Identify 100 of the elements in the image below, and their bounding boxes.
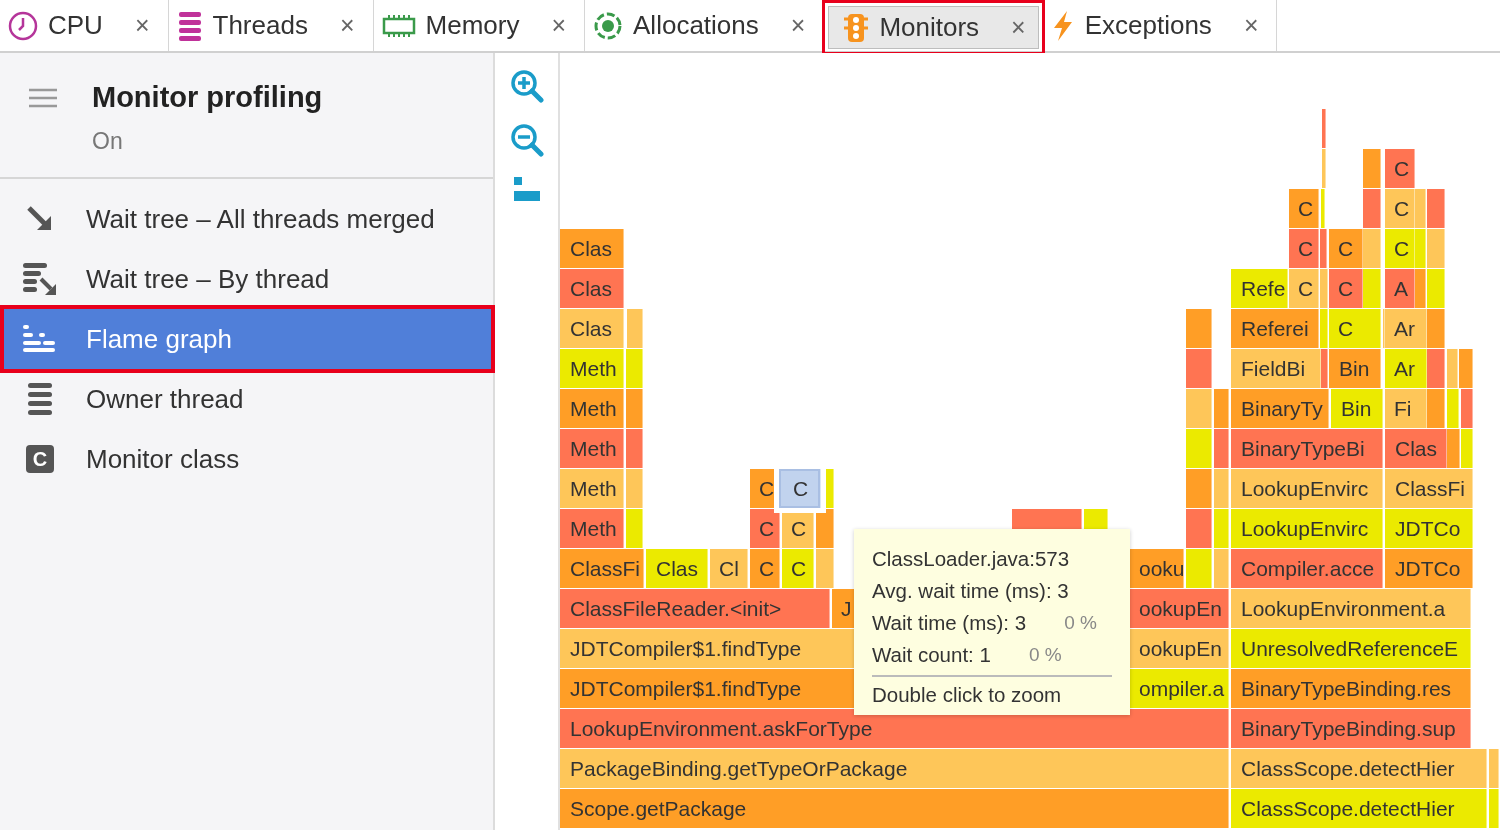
flame-frame[interactable]: BinaryTypeBi	[1231, 429, 1383, 468]
zoom-out-icon[interactable]	[509, 123, 544, 157]
flame-frame[interactable]	[626, 509, 643, 548]
flame-frame[interactable]	[825, 469, 834, 508]
flame-frame[interactable]: C	[1385, 149, 1415, 188]
flame-frame[interactable]	[1447, 429, 1460, 468]
flame-frame[interactable]	[1320, 309, 1328, 348]
tab[interactable]: Memory ×	[373, 0, 586, 51]
flame-frame[interactable]: Meth	[560, 509, 624, 548]
flame-frame[interactable]: Bin	[1329, 349, 1381, 388]
flame-frame[interactable]	[1415, 189, 1426, 228]
flame-frame[interactable]: C	[750, 509, 780, 548]
flame-frame[interactable]: C	[1329, 229, 1363, 268]
flame-frame[interactable]	[1363, 149, 1381, 188]
flame-frame[interactable]	[626, 349, 643, 388]
flame-frame[interactable]: JDTCo	[1385, 549, 1473, 588]
flame-frame[interactable]	[1459, 349, 1473, 388]
flame-frame[interactable]	[1415, 269, 1426, 308]
flame-frame[interactable]	[1415, 229, 1426, 268]
flame-frame[interactable]: C	[1289, 269, 1319, 308]
flame-frame[interactable]	[626, 429, 643, 468]
close-icon[interactable]: ×	[134, 11, 150, 40]
sidebar-item[interactable]: C Monitor class	[0, 429, 491, 489]
flame-frame[interactable]: Referei	[1231, 309, 1319, 348]
flame-frame[interactable]: Meth	[560, 349, 624, 388]
flame-frame[interactable]: A	[1385, 269, 1415, 308]
flame-frame[interactable]	[1461, 429, 1473, 468]
zoom-in-icon[interactable]	[509, 69, 544, 103]
flame-frame[interactable]	[1186, 549, 1212, 588]
flame-frame[interactable]	[1447, 389, 1459, 428]
flame-frame[interactable]	[1321, 349, 1328, 388]
flame-frame[interactable]	[1427, 229, 1445, 268]
flame-frame[interactable]	[626, 469, 643, 508]
flame-frame[interactable]: C	[1329, 309, 1381, 348]
flame-frame[interactable]	[1489, 749, 1499, 788]
flame-frame[interactable]: JDTCo	[1385, 509, 1473, 548]
flame-frame[interactable]: ookupEn	[1129, 589, 1229, 628]
flame-frame[interactable]: Clas	[560, 229, 624, 268]
flame-frame[interactable]	[1427, 309, 1445, 348]
flame-frame[interactable]	[1214, 509, 1229, 548]
flame-frame[interactable]	[1214, 469, 1229, 508]
flame-frame[interactable]: Meth	[560, 429, 624, 468]
flame-frame[interactable]: BinaryTypeBinding.sup	[1231, 709, 1471, 748]
flame-frame[interactable]: ooku	[1129, 549, 1184, 588]
flame-frame[interactable]	[1363, 229, 1381, 268]
flame-frame[interactable]: Clas	[1385, 429, 1447, 468]
flame-frame[interactable]	[1320, 229, 1327, 268]
flame-frame[interactable]: PackageBinding.getTypeOrPackage	[560, 749, 1229, 788]
flame-frame[interactable]	[627, 309, 643, 348]
flame-frame[interactable]: Fi	[1385, 389, 1427, 428]
flame-frame[interactable]	[1489, 789, 1499, 828]
flame-frame[interactable]: C	[782, 549, 814, 588]
close-icon[interactable]: ×	[790, 11, 806, 40]
flame-frame[interactable]	[1427, 349, 1445, 388]
flame-frame[interactable]	[816, 549, 834, 588]
flame-frame[interactable]	[1447, 349, 1458, 388]
flame-frame[interactable]	[1427, 389, 1445, 428]
close-icon[interactable]: ×	[1011, 13, 1026, 42]
flame-frame[interactable]	[1186, 309, 1212, 348]
flame-frame[interactable]: Compiler.acce	[1231, 549, 1383, 588]
flame-frame[interactable]	[1186, 509, 1212, 548]
flame-frame[interactable]	[1322, 149, 1326, 188]
flame-frame[interactable]: Ar	[1385, 309, 1427, 348]
flame-frame[interactable]	[1186, 389, 1212, 428]
flame-frame[interactable]: Bin	[1331, 389, 1383, 428]
flame-frame[interactable]: Meth	[560, 469, 624, 508]
flame-frame[interactable]: LookupEnvironment.askForType	[560, 709, 1229, 748]
tab[interactable]: Exceptions ×	[1042, 0, 1278, 51]
flame-frame[interactable]	[1186, 469, 1212, 508]
flame-frame[interactable]	[1214, 429, 1229, 468]
flame-frame[interactable]	[1186, 429, 1212, 468]
flame-frame[interactable]: ClassFi	[1385, 469, 1473, 508]
sidebar-item[interactable]: Owner thread	[0, 369, 491, 429]
flame-frame[interactable]: ClassScope.detectHier	[1231, 789, 1487, 828]
flame-frame[interactable]: LookupEnvirc	[1231, 469, 1383, 508]
flame-frame[interactable]: Meth	[560, 389, 624, 428]
flame-frame[interactable]: BinaryTy	[1231, 389, 1329, 428]
flame-frame[interactable]	[1322, 109, 1326, 148]
flame-frame[interactable]: ClassScope.detectHier	[1231, 749, 1487, 788]
flame-frame[interactable]: Clas	[560, 269, 624, 308]
flame-frame[interactable]	[1363, 269, 1381, 308]
flame-frame[interactable]: Scope.getPackage	[560, 789, 1229, 828]
flame-frame[interactable]: Refe	[1231, 269, 1288, 308]
flame-frame[interactable]: ClassFi	[560, 549, 644, 588]
close-icon[interactable]: ×	[551, 11, 567, 40]
flame-frame[interactable]: UnresolvedReferenceE	[1231, 629, 1471, 668]
flame-frame[interactable]: C	[1289, 189, 1319, 228]
sidebar-item[interactable]: Wait tree – By thread	[0, 249, 491, 309]
close-icon[interactable]: ×	[1243, 11, 1259, 40]
flame-frame[interactable]: C	[1329, 269, 1363, 308]
layout-icon[interactable]	[513, 177, 540, 201]
flame-frame[interactable]	[1186, 349, 1212, 388]
flame-frame[interactable]	[1363, 189, 1381, 228]
close-icon[interactable]: ×	[339, 11, 355, 40]
flame-frame[interactable]: Ar	[1385, 349, 1427, 388]
flame-frame[interactable]	[626, 389, 643, 428]
flame-frame[interactable]: C	[1385, 229, 1415, 268]
flame-frame[interactable]: BinaryTypeBinding.res	[1231, 669, 1471, 708]
flame-frame[interactable]: C	[750, 549, 780, 588]
flame-frame[interactable]: C	[1385, 189, 1415, 228]
